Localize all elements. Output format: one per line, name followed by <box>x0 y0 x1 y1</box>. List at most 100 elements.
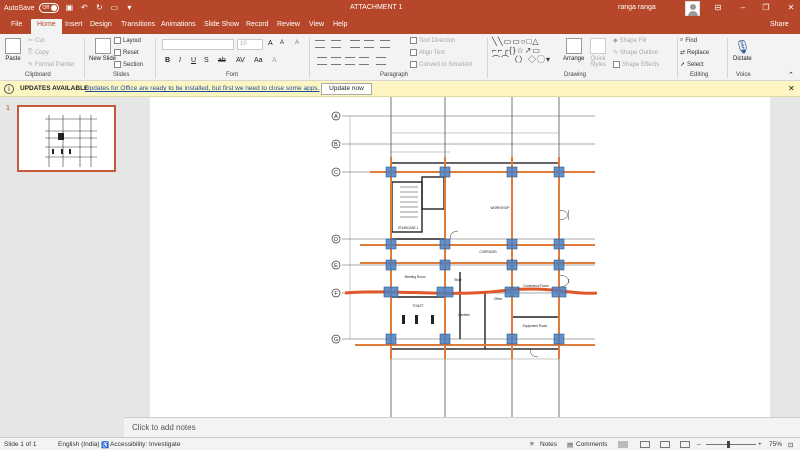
notes-pane[interactable]: Click to add notes <box>124 417 800 437</box>
shadow-button[interactable]: S <box>204 57 209 64</box>
tab-slide-show[interactable]: Slide Show <box>204 21 239 28</box>
copy-button[interactable]: ⎘ Copy <box>28 49 49 56</box>
smartart-icon <box>410 61 417 68</box>
char-spacing-button[interactable]: AV <box>236 57 245 64</box>
select-button[interactable]: ➚ Select <box>680 61 704 69</box>
replace-button[interactable]: ⇄ Replace <box>680 49 709 57</box>
align-text-button[interactable]: Align Text <box>410 49 445 56</box>
present-icon[interactable]: ▭ <box>109 3 119 13</box>
close-icon[interactable]: ✕ <box>785 3 797 12</box>
update-now-button[interactable]: Update now <box>321 83 372 95</box>
shrink-font-button[interactable]: A <box>280 40 284 46</box>
tab-view[interactable]: View <box>309 21 324 28</box>
font-size-input[interactable]: 10 <box>237 39 263 50</box>
find-button[interactable]: ⌕ Find <box>680 37 697 44</box>
normal-view-icon[interactable] <box>618 441 628 448</box>
zoom-in-icon[interactable]: + <box>758 441 762 448</box>
slide-thumbnail[interactable] <box>17 105 116 172</box>
fit-slide-icon[interactable]: ⊡ <box>788 441 793 449</box>
bullets-icon[interactable] <box>315 40 325 48</box>
strikethrough-button[interactable]: ab <box>218 57 226 64</box>
increase-indent-icon[interactable] <box>364 40 374 48</box>
document-title[interactable]: ATTACHMENT 1 <box>350 4 403 11</box>
tab-file[interactable]: File <box>11 21 22 28</box>
vertical-scrollbar[interactable] <box>790 97 800 417</box>
collapse-ribbon-icon[interactable]: ⌃ <box>788 71 794 79</box>
decrease-indent-icon[interactable] <box>350 40 360 48</box>
tab-review[interactable]: Review <box>277 21 300 28</box>
customize-toolbar-icon[interactable]: ▾ <box>124 3 134 13</box>
grid-label-a: A <box>334 114 338 120</box>
avatar[interactable] <box>685 1 700 16</box>
slide-thumbnail-pane: 1 <box>0 97 124 437</box>
room-label-equipment-room: Equipment Room <box>523 324 548 328</box>
font-color-button[interactable]: A <box>272 57 277 64</box>
paste-button[interactable]: Paste <box>5 38 21 62</box>
reset-button[interactable]: Reset <box>114 49 139 56</box>
zoom-out-icon[interactable]: – <box>697 441 701 448</box>
slide-show-icon[interactable] <box>680 441 690 448</box>
columns-icon[interactable] <box>376 57 386 65</box>
shape-fill-button[interactable]: ◆ Shape Fill <box>613 37 646 45</box>
shape-effects-button[interactable]: Shape Effects <box>613 61 659 68</box>
comments-button[interactable]: Comments <box>576 441 607 448</box>
tab-design[interactable]: Design <box>90 21 112 28</box>
user-name[interactable]: ranga ranga <box>618 4 656 11</box>
autosave-toggle[interactable]: Off <box>39 3 60 13</box>
clear-formatting-button[interactable]: A <box>295 40 299 46</box>
align-center-icon[interactable] <box>331 57 341 65</box>
arrange-button[interactable]: Arrange <box>563 38 584 62</box>
notification-message[interactable]: Updates for Office are ready to be insta… <box>85 85 319 92</box>
zoom-slider-handle[interactable] <box>727 441 730 448</box>
zoom-slider[interactable] <box>706 444 756 445</box>
underline-button[interactable]: U <box>191 57 196 64</box>
share-button[interactable]: Share <box>770 21 789 28</box>
cut-button[interactable]: ✂ Cut <box>28 37 44 45</box>
layout-button[interactable]: Layout <box>114 37 141 44</box>
room-label-canteen: Canteen <box>458 313 470 317</box>
text-direction-icon <box>410 37 417 44</box>
new-slide-button[interactable]: New Slide <box>89 38 116 62</box>
maximize-icon[interactable]: ❐ <box>760 3 772 12</box>
numbering-icon[interactable] <box>331 40 341 48</box>
line-spacing-icon[interactable] <box>380 40 390 48</box>
font-family-input[interactable] <box>162 39 234 50</box>
accessibility-status[interactable]: Accessibility: Investigate <box>110 441 180 448</box>
tab-home[interactable]: Home <box>31 19 62 34</box>
ribbon-display-icon[interactable]: ⊟ <box>712 3 724 12</box>
justify-icon[interactable] <box>359 57 369 65</box>
notes-placeholder[interactable]: Click to add notes <box>132 423 196 432</box>
text-direction-button[interactable]: Text Direction <box>410 37 455 44</box>
italic-button[interactable]: I <box>179 57 181 64</box>
redo-icon[interactable]: ↻ <box>94 3 104 13</box>
convert-smartart-button[interactable]: Convert to SmartArt <box>410 61 472 68</box>
scissors-icon: ✂ <box>28 38 34 44</box>
tab-record[interactable]: Record <box>246 21 269 28</box>
bold-button[interactable]: B <box>165 57 170 64</box>
close-icon[interactable]: ✕ <box>788 84 795 93</box>
quick-styles-button[interactable]: Quick Styles <box>586 38 610 68</box>
undo-icon[interactable]: ↶ <box>79 3 89 13</box>
reading-view-icon[interactable] <box>660 441 670 448</box>
tab-help[interactable]: Help <box>333 21 347 28</box>
zoom-level[interactable]: 75% <box>769 441 782 448</box>
tab-insert[interactable]: Insert <box>65 21 83 28</box>
minimize-icon[interactable]: – <box>737 3 749 12</box>
slide-canvas[interactable]: A B C D E F G WORKSHOP STAIRCASE 1 CORRI… <box>150 97 770 417</box>
format-painter-button[interactable]: ✎ Format Painter <box>28 61 75 69</box>
save-icon[interactable]: ▣ <box>64 3 74 13</box>
grow-font-button[interactable]: A <box>268 40 273 47</box>
section-button[interactable]: Section <box>114 61 143 68</box>
language-indicator[interactable]: English (India) <box>58 441 100 448</box>
microphone-icon: 🎙 <box>734 39 751 54</box>
shapes-gallery[interactable]: ╲╲▭▭○□△ ⌐⌐╭{}☆↗▭ ⌒⌒〈〉◇◯▾ <box>492 37 556 72</box>
align-right-icon[interactable] <box>345 57 355 65</box>
shape-outline-button[interactable]: ✎ Shape Outline <box>613 49 658 57</box>
align-left-icon[interactable] <box>317 57 327 65</box>
dictate-button[interactable]: 🎙 Dictate <box>733 38 752 62</box>
tab-animations[interactable]: Animations <box>161 21 196 28</box>
notes-button[interactable]: Notes <box>540 441 557 448</box>
tab-transitions[interactable]: Transitions <box>121 21 155 28</box>
slide-sorter-icon[interactable] <box>640 441 650 448</box>
change-case-button[interactable]: Aa <box>254 57 263 64</box>
